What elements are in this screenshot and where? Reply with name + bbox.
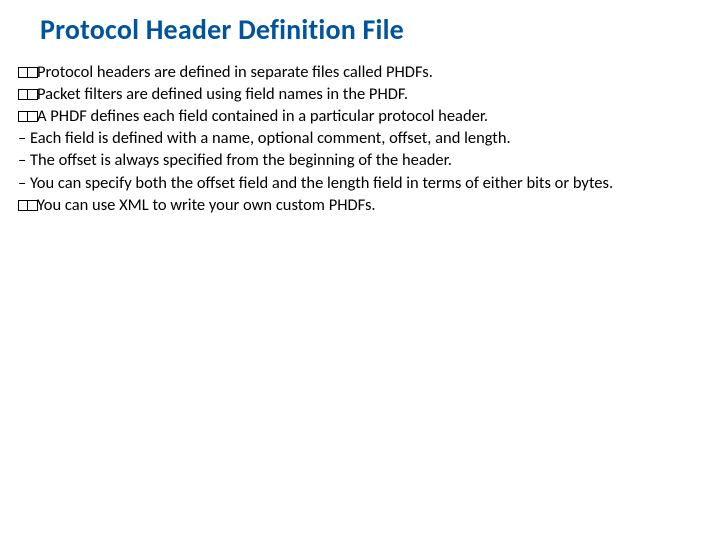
line-text: – Each field is defined with a name, opt…: [18, 128, 511, 148]
line-text: Packet filters are defined using field n…: [37, 84, 408, 104]
slide: Protocol Header Definition File Protocol…: [0, 0, 720, 540]
slide-title: Protocol Header Definition File: [40, 12, 404, 47]
sub-line: – You can specify both the offset field …: [18, 173, 702, 194]
bullet-line: You can use XML to write your own custom…: [18, 195, 702, 216]
bullet-line: Protocol headers are defined in separate…: [18, 62, 702, 83]
line-text: – You can specify both the offset field …: [18, 173, 613, 193]
line-text: – The offset is always specified from th…: [18, 150, 452, 170]
bullet-line: Packet filters are defined using field n…: [18, 84, 702, 105]
bullet-line: A PHDF defines each field contained in a…: [18, 106, 702, 127]
line-text: You can use XML to write your own custom…: [37, 195, 376, 215]
slide-body: Protocol headers are defined in separate…: [18, 62, 702, 217]
line-text: A PHDF defines each field contained in a…: [37, 106, 488, 126]
line-text: Protocol headers are defined in separate…: [37, 62, 433, 82]
sub-line: – Each field is defined with a name, opt…: [18, 128, 702, 149]
sub-line: – The offset is always specified from th…: [18, 150, 702, 171]
